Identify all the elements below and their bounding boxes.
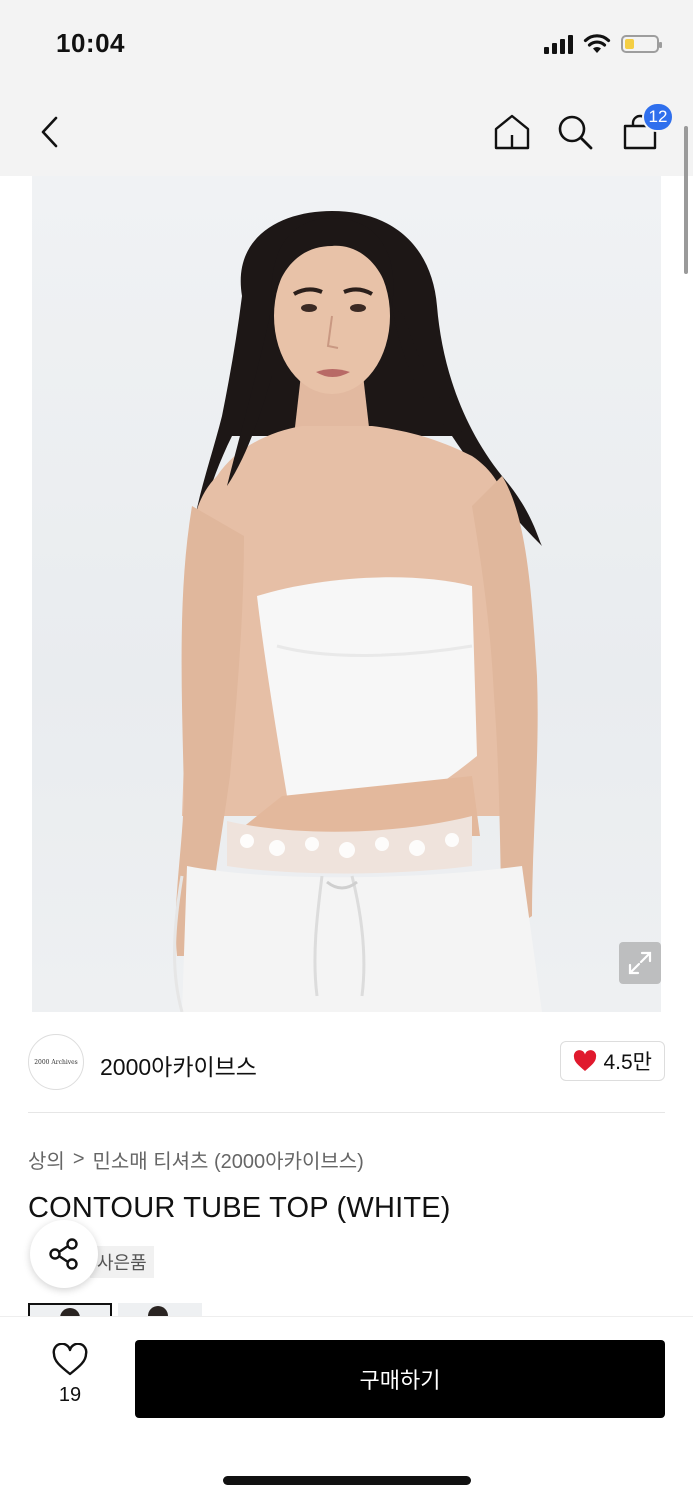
search-button[interactable] [553,110,597,154]
top-navigation: 12 [0,90,693,176]
divider [28,1112,665,1113]
wifi-icon [583,34,611,53]
brand-like-button[interactable]: 4.5만 [560,1041,665,1081]
back-button[interactable] [28,110,72,154]
bottom-action-bar: 19 구매하기 [0,1317,693,1500]
signal-icon [544,34,573,54]
cart-button[interactable]: 12 [618,102,674,154]
breadcrumb: 상의 > 민소매 티셔츠 (2000아카이브스) [28,1145,364,1174]
wishlist-count: 19 [58,1384,82,1406]
battery-icon [621,35,662,53]
search-icon [558,115,593,150]
home-button[interactable] [490,110,534,154]
status-bar: 10:04 [0,0,693,90]
wishlist-button[interactable]: 19 [40,1342,100,1407]
scroll-indicator[interactable] [684,126,688,274]
expand-icon [628,951,652,975]
home-icon [494,114,530,150]
heart-filled-icon [574,1050,597,1071]
expand-image-button[interactable] [619,942,661,984]
cart-count-badge: 12 [642,102,674,132]
breadcrumb-subcategory[interactable]: 민소매 티셔츠 (2000아카이브스) [93,1145,364,1174]
share-icon [49,1238,78,1270]
status-icons [544,30,662,58]
brand-name[interactable]: 2000아카이브스 [100,1048,257,1082]
brand-row[interactable]: 2000 Archives 2000아카이브스 4.5만 [28,1034,665,1092]
breadcrumb-category[interactable]: 상의 [28,1145,65,1174]
home-indicator [223,1476,471,1485]
heart-outline-icon [52,1342,88,1376]
buy-button[interactable]: 구매하기 [135,1340,665,1418]
product-title: CONTOUR TUBE TOP (WHITE) [28,1192,451,1224]
brand-logo[interactable]: 2000 Archives [28,1034,84,1090]
gift-tag: 사은품 [90,1246,154,1278]
status-time: 10:04 [56,28,125,58]
breadcrumb-separator: > [72,1148,85,1170]
product-image[interactable] [32,176,661,1012]
product-photo [173,211,542,1012]
brand-like-count: 4.5만 [603,1051,652,1074]
share-button[interactable] [30,1220,98,1288]
back-icon [41,116,58,148]
brand-logo-text: 2000 Archives [34,1058,78,1066]
